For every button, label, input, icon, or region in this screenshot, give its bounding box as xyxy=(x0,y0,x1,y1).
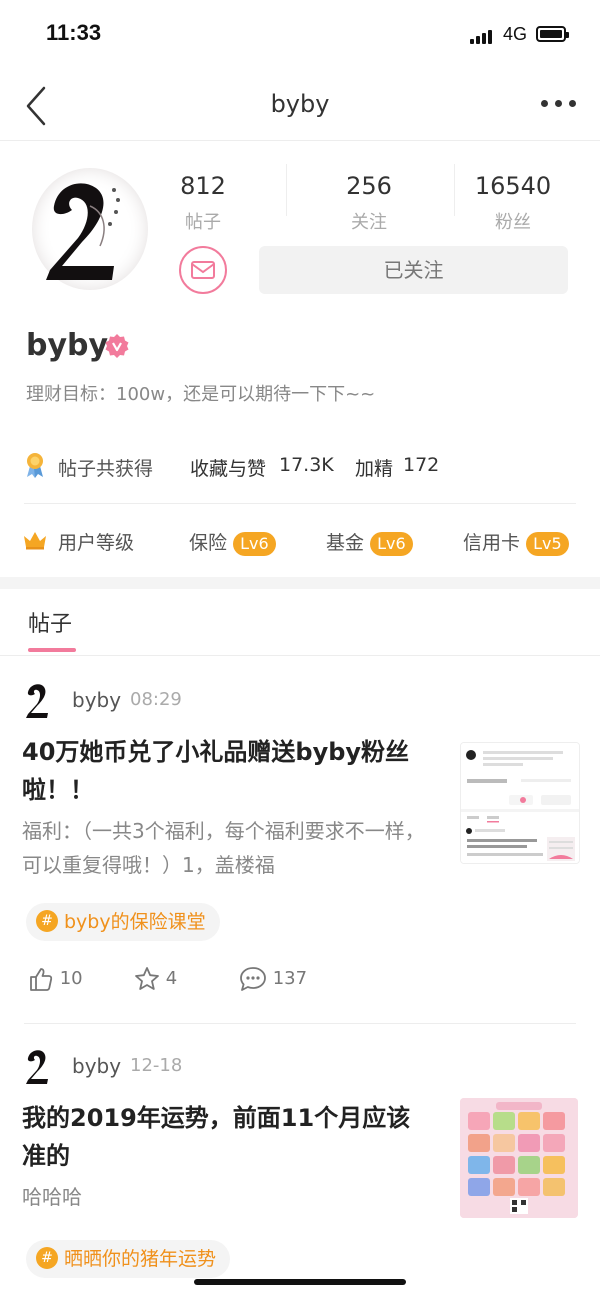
post-avatar xyxy=(26,1050,48,1084)
featured-value: 172 xyxy=(403,454,440,476)
featured-label: 加精 xyxy=(355,458,394,480)
profile-name: byby xyxy=(26,328,109,363)
post-title[interactable]: 40万她币兑了小礼品赠送byby粉丝啦！！ xyxy=(22,733,432,809)
verified-badge-icon xyxy=(104,333,130,359)
comment-bubble-icon xyxy=(240,967,266,991)
like-button[interactable]: 10 xyxy=(28,966,83,992)
profile-bio: 理财目标：100w，还是可以期待一下下~~ xyxy=(26,384,376,405)
tab-posts[interactable]: 帖子 xyxy=(28,606,72,638)
tag-label: 晒晒你的猪年运势 xyxy=(64,1248,217,1270)
followers-count[interactable]: 16540 xyxy=(443,172,583,200)
avatar-image xyxy=(32,168,148,290)
post-card[interactable] xyxy=(22,1046,54,1090)
signal-icon xyxy=(470,28,496,44)
post-author[interactable]: byby xyxy=(72,1054,121,1078)
home-indicator xyxy=(194,1279,406,1285)
more-button[interactable] xyxy=(538,96,578,112)
page-title: byby xyxy=(270,90,330,118)
post-thumbnail[interactable] xyxy=(460,742,580,864)
network-type: 4G xyxy=(503,24,528,44)
tab-active-indicator xyxy=(28,648,76,652)
message-button[interactable] xyxy=(179,246,227,294)
followers-label: 粉丝 xyxy=(495,212,531,233)
user-level-label: 用户等级 xyxy=(58,532,135,554)
posts-count[interactable]: 812 xyxy=(133,172,273,200)
profile-avatar[interactable] xyxy=(30,166,150,292)
section-spacer xyxy=(0,577,600,589)
post-author[interactable]: byby xyxy=(72,688,121,712)
more-dot-icon xyxy=(569,100,576,107)
more-dot-icon xyxy=(555,100,562,107)
likes-value: 17.3K xyxy=(279,454,334,476)
medal-icon xyxy=(27,453,43,478)
battery-icon xyxy=(536,26,569,42)
likes-label: 收藏与赞 xyxy=(190,458,267,480)
following-count[interactable]: 256 xyxy=(299,172,439,200)
post-excerpt[interactable]: 哈哈哈 xyxy=(22,1180,432,1214)
level-badge: Lv6 xyxy=(233,532,276,556)
crown-icon xyxy=(24,532,46,550)
post-topic-tag[interactable]: # byby的保险课堂 xyxy=(26,903,220,941)
like-count: 10 xyxy=(59,968,83,989)
tag-label: byby的保险课堂 xyxy=(64,911,206,933)
nav-divider xyxy=(0,140,600,141)
following-label: 关注 xyxy=(351,212,387,233)
envelope-icon xyxy=(191,261,215,279)
favorite-button[interactable]: 4 xyxy=(134,966,177,992)
hashtag-icon: # xyxy=(36,909,58,932)
level-name: 信用卡 xyxy=(463,532,521,554)
favorite-count: 4 xyxy=(165,968,178,989)
tab-divider xyxy=(0,655,600,656)
post-time: 08:29 xyxy=(130,689,182,710)
post-divider xyxy=(24,1023,576,1024)
comment-count: 137 xyxy=(272,968,308,989)
post-topic-tag[interactable]: # 晒晒你的猪年运势 xyxy=(26,1240,231,1278)
level-badge: Lv6 xyxy=(370,532,413,556)
thumbs-up-icon xyxy=(30,968,53,991)
hashtag-icon: # xyxy=(36,1246,58,1269)
post-card[interactable] xyxy=(22,680,54,724)
comment-button[interactable]: 137 xyxy=(239,966,307,992)
achievements-label: 帖子共获得 xyxy=(58,458,154,480)
status-time: 11:33 xyxy=(46,20,102,45)
post-excerpt[interactable]: 福利：（一共3个福利，每个福利要求不一样，可以重复得哦！）1，盖楼福 xyxy=(22,814,432,882)
section-divider xyxy=(24,503,576,504)
more-dot-icon xyxy=(541,100,548,107)
level-item-credit-card[interactable]: 信用卡 Lv5 xyxy=(463,528,569,556)
level-badge: Lv5 xyxy=(526,532,569,556)
post-avatar xyxy=(26,684,48,718)
level-item-insurance[interactable]: 保险 Lv6 xyxy=(189,528,276,556)
post-thumbnail[interactable] xyxy=(460,1098,578,1218)
posts-label: 帖子 xyxy=(185,212,221,233)
star-icon xyxy=(135,967,159,990)
level-name: 基金 xyxy=(326,532,365,554)
level-name: 保险 xyxy=(189,532,228,554)
stat-divider xyxy=(286,164,287,216)
follow-status-button[interactable]: 已关注 xyxy=(259,246,568,294)
level-item-fund[interactable]: 基金 Lv6 xyxy=(326,528,413,556)
post-title[interactable]: 我的2019年运势，前面11个月应该准的 xyxy=(22,1099,432,1175)
post-time: 12-18 xyxy=(130,1055,183,1076)
